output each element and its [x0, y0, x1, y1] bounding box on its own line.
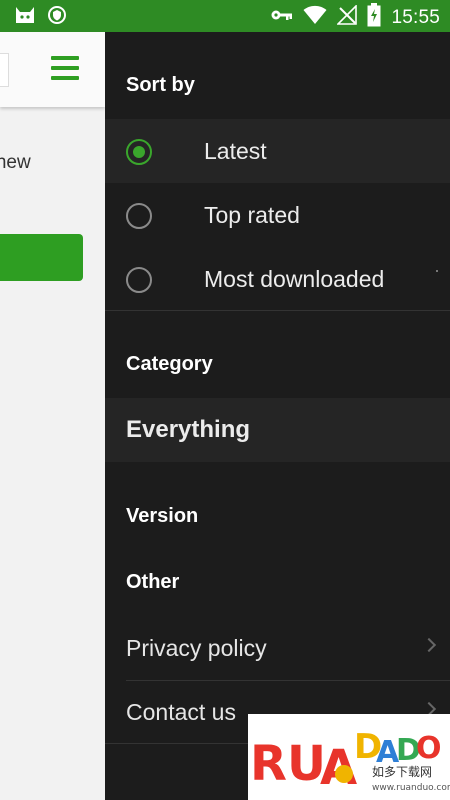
privacy-policy-link[interactable]: Privacy policy: [105, 616, 450, 680]
watermark-logo: RU A D A D O 如多下载网 www.ruanduo.com: [248, 714, 450, 800]
background-action-button[interactable]: [0, 234, 83, 281]
radio-unchecked-icon[interactable]: [126, 203, 152, 229]
status-bar: 15:55: [0, 0, 450, 32]
search-field[interactable]: [0, 53, 9, 87]
ruanduo-logo-icon: RU A D A D O 如多下载网 www.ruanduo.com: [250, 727, 450, 796]
chevron-right-icon: [421, 637, 437, 653]
svg-text:www.ruanduo.com: www.ruanduo.com: [372, 783, 450, 793]
wifi-icon: [303, 5, 327, 30]
sort-option-top-rated[interactable]: Top rated: [105, 183, 450, 247]
category-heading: Category: [126, 353, 213, 375]
hamburger-menu-icon[interactable]: [51, 56, 79, 82]
svg-text:O: O: [416, 731, 442, 766]
shield-icon: [48, 6, 66, 29]
contact-us-label: Contact us: [126, 699, 236, 725]
version-heading[interactable]: Version: [126, 505, 198, 528]
sort-option-label: Most downloaded: [204, 266, 385, 292]
radio-checked-icon[interactable]: [126, 139, 152, 165]
battery-charging-icon: [367, 3, 381, 32]
svg-text:如多下载网: 如多下载网: [372, 764, 432, 779]
sort-option-most-downloaded[interactable]: Most downloaded: [105, 247, 450, 311]
privacy-policy-label: Privacy policy: [126, 635, 267, 661]
sort-option-label: Latest: [204, 138, 267, 164]
background-app: g new: [0, 32, 105, 800]
background-partial-text: g new: [0, 152, 31, 173]
sort-by-heading: Sort by: [126, 74, 195, 96]
other-heading: Other: [126, 571, 180, 593]
cat-icon: [14, 5, 36, 30]
divider: [105, 310, 450, 311]
sort-option-latest[interactable]: Latest: [105, 119, 450, 183]
scroll-indicator: [436, 270, 438, 272]
svg-text:RU: RU: [250, 736, 326, 792]
sort-option-label: Top rated: [204, 202, 300, 228]
category-selector[interactable]: Everything: [105, 398, 450, 462]
app-toolbar: [0, 32, 105, 107]
key-icon: [271, 8, 293, 27]
status-time: 15:55: [391, 6, 440, 28]
radio-unchecked-icon[interactable]: [126, 267, 152, 293]
category-selected-label: Everything: [126, 416, 251, 443]
no-signal-icon: [336, 4, 358, 30]
filter-drawer: Sort by Latest Top rated Most downloaded…: [105, 32, 450, 800]
